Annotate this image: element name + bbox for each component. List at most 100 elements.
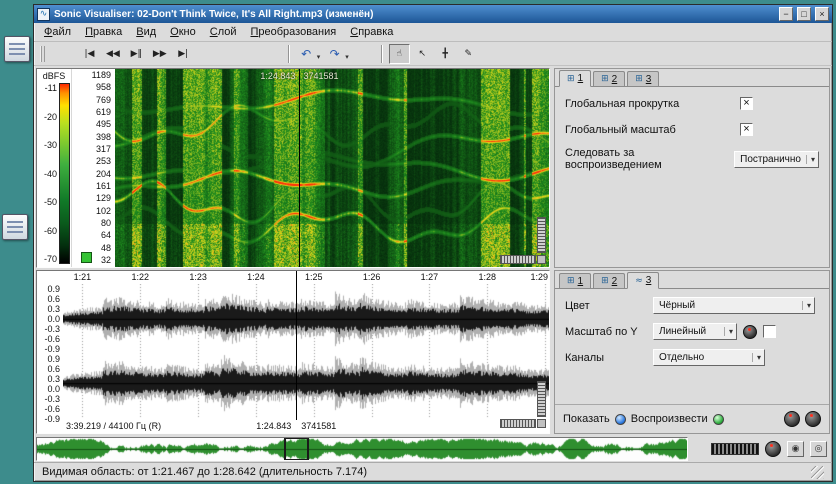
amplitude-tick: 0.3 (47, 304, 60, 314)
select-tool-button[interactable]: ↖ (412, 44, 433, 64)
overview-canvas[interactable] (37, 438, 687, 460)
waveform-canvas-area[interactable] (63, 284, 549, 418)
db-scale-body: -11 -20 -30 -40 -50 -60 -70 (37, 81, 71, 267)
redo-icon[interactable]: ↷ (324, 44, 345, 64)
forward-to-end-button[interactable]: ▶| (173, 44, 194, 64)
cursor-time-label: 1:24.843 (260, 71, 296, 81)
visible-region-indicator[interactable] (284, 438, 309, 460)
channels-label: Каналы (565, 351, 605, 364)
playback-speed-knob[interactable] (765, 441, 781, 457)
overview[interactable] (36, 437, 688, 461)
menu-item[interactable]: Окно (164, 25, 202, 39)
titlebar[interactable]: ∿ Sonic Visualiser: 02-Don't Think Twice… (34, 5, 832, 23)
pane-tab[interactable]: ⊞ 1 (559, 70, 592, 87)
spectrogram-view[interactable]: 1:24.843 3741581 (115, 69, 549, 267)
property-row: Каналы Отдельно ▾ (565, 349, 819, 366)
y-scale-select[interactable]: Линейный ▾ (653, 323, 737, 340)
layer-tab[interactable]: ⊞ 2 (593, 273, 626, 288)
app-window: ∿ Sonic Visualiser: 02-Don't Think Twice… (33, 4, 833, 482)
playback-pan-knob[interactable] (805, 411, 821, 427)
menu-item[interactable]: Справка (344, 25, 399, 39)
amplitude-tick: 0.6 (47, 294, 60, 304)
toolbar-separator (287, 44, 289, 63)
menu-item[interactable]: Вид (130, 25, 162, 39)
y-scale-label: Масштаб по Y (565, 325, 638, 338)
db-tick: -40 (43, 168, 57, 179)
waveform-view[interactable]: 1:21 1:22 1:23 1:24 1:25 1:26 1:27 1:28 1:29 3:3… (63, 271, 549, 433)
draw-tool-button[interactable]: ✎ (458, 44, 479, 64)
toolbar-separator (380, 44, 382, 63)
follow-playback-select[interactable]: Постранично ▾ (734, 150, 819, 168)
layer-footer: Показать Воспроизвести (555, 404, 829, 433)
redo-dropdown-arrow[interactable]: ▾ (345, 53, 349, 61)
global-scroll-label: Глобальная прокрутка (565, 97, 680, 110)
desktop-icon[interactable] (4, 36, 30, 62)
overview-row: ◉ ◎ (34, 436, 832, 462)
db-tick: -11 (44, 83, 57, 93)
property-row: Глобальный масштаб × (565, 121, 819, 138)
menu-item[interactable]: Преобразования (245, 25, 343, 39)
time-tick: 1:21 (73, 272, 92, 282)
waveform-pane[interactable]: 0.9 0.6 0.3 0.0 -0.3 -0.6 -0.9 0.9 0.6 0.3 0.0 -0.… (36, 270, 550, 434)
minimize-button[interactable]: − (779, 7, 793, 21)
time-tick: 1:24 (247, 272, 265, 282)
frequency-tick: 64 (100, 230, 111, 241)
horizontal-zoom-wheel[interactable] (500, 419, 536, 428)
menu-item[interactable]: Слой (204, 25, 243, 39)
layer-tab[interactable]: ⊞ 1 (559, 273, 592, 288)
fast-forward-button[interactable]: ▶▶ (149, 44, 171, 64)
global-scroll-checkbox[interactable]: × (740, 97, 753, 110)
undo-dropdown-arrow[interactable]: ▾ (317, 53, 321, 61)
zoom-reset-button[interactable] (537, 255, 546, 264)
menu-item[interactable]: Правка (79, 25, 128, 39)
gain-knob[interactable] (743, 324, 757, 339)
edit-tool-button[interactable]: ╋ (435, 44, 456, 64)
desktop-icon[interactable] (2, 214, 28, 240)
chevron-down-icon: ▾ (805, 154, 815, 164)
amplitude-tick: -0.3 (44, 394, 60, 404)
normalize-checkbox[interactable] (763, 325, 776, 338)
pane-tab[interactable]: ⊞ 2 (593, 71, 626, 86)
channels-select[interactable]: Отдельно ▾ (653, 349, 765, 366)
toolbar-drag-handle[interactable] (40, 45, 45, 62)
db-scale-unit: dBFS (42, 71, 66, 81)
db-tick: -50 (43, 197, 57, 207)
pane-tab-icon: ⊞ (567, 73, 575, 84)
navigate-tool-button[interactable]: ☝ (388, 43, 410, 64)
chevron-down-icon: ▾ (723, 327, 733, 336)
play-loop-button[interactable]: ◎ (810, 441, 827, 457)
amplitude-tick: -0.9 (44, 344, 60, 354)
play-led[interactable] (712, 413, 724, 425)
amplitude-tick: -0.9 (44, 414, 60, 424)
layer-ready-indicator (81, 252, 92, 263)
resize-grip[interactable] (811, 465, 824, 479)
maximize-button[interactable]: □ (797, 7, 811, 21)
frequency-tick: 317 (95, 143, 111, 154)
colour-select[interactable]: Чёрный ▾ (653, 297, 815, 314)
close-button[interactable]: × (815, 7, 829, 21)
rewind-to-start-button[interactable]: |◀ (79, 44, 100, 64)
playback-speed-wheel[interactable] (711, 443, 759, 455)
play-selection-button[interactable]: ◉ (787, 441, 804, 457)
show-led[interactable] (614, 413, 626, 425)
spectrogram-canvas[interactable] (115, 69, 549, 267)
spectrogram-pane[interactable]: dBFS -11 -20 -30 -40 -50 -60 -70 1189 958 769 619… (36, 68, 550, 268)
layer-tab[interactable]: ≈3 (627, 272, 660, 289)
zoom-reset-button[interactable] (537, 419, 546, 428)
playback-cursor (296, 271, 298, 420)
global-zoom-checkbox[interactable]: × (740, 123, 753, 136)
waveform-canvas[interactable] (63, 284, 549, 418)
app-icon: ∿ (37, 7, 50, 21)
frequency-tick: 253 (95, 156, 111, 167)
amplitude-scale-channel-2: 0.9 0.6 0.3 0.0 -0.3 -0.6 -0.9 (37, 354, 60, 424)
pane-tab[interactable]: ⊞ 3 (627, 71, 660, 86)
undo-icon[interactable]: ↶ (296, 44, 317, 64)
horizontal-zoom-wheel[interactable] (500, 255, 536, 264)
vertical-zoom-wheel[interactable] (537, 217, 546, 253)
playback-gain-knob[interactable] (784, 411, 800, 427)
play-pause-button[interactable]: ▶‖ (126, 44, 147, 64)
menu-item[interactable]: Файл (38, 25, 77, 39)
vertical-zoom-wheel[interactable] (537, 381, 546, 417)
frequency-tick: 958 (95, 82, 111, 93)
rewind-button[interactable]: ◀◀ (102, 44, 124, 64)
